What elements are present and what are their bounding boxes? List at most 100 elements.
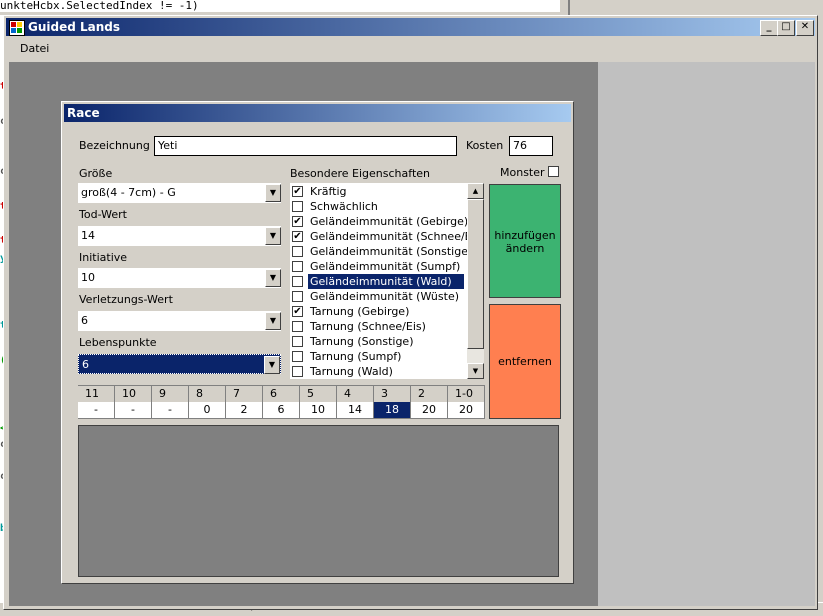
table-header-cell: 10 bbox=[115, 386, 152, 402]
race-window: Race Bezeichnung Yeti Kosten 76 Größe gr… bbox=[61, 101, 574, 584]
initiative-select[interactable]: 10 ▼ bbox=[78, 268, 281, 288]
tod-value: 14 bbox=[81, 229, 95, 242]
chevron-down-icon[interactable]: ▼ bbox=[265, 227, 281, 245]
tod-label: Tod-Wert bbox=[79, 208, 127, 221]
chevron-down-icon[interactable]: ▼ bbox=[265, 312, 281, 330]
eigenschaft-label: Geländeimmunität (Schnee/Eis) bbox=[310, 230, 485, 243]
eigenschaft-item[interactable]: Tarnung (Schnee/Eis) bbox=[290, 319, 466, 334]
lebenspunkte-table: 11-10-9-8 0 7 2 6 6 5 10 4 14 3 18 2 20 1-0 20 bbox=[78, 385, 485, 419]
side-panel bbox=[598, 62, 815, 606]
eigenschaft-checkbox[interactable] bbox=[292, 261, 303, 272]
scroll-down-icon[interactable]: ▼ bbox=[467, 363, 484, 379]
table-value-cell[interactable]: 20 bbox=[411, 402, 448, 418]
eigenschaft-label: Kräftig bbox=[310, 185, 347, 198]
eigenschaft-checkbox[interactable] bbox=[292, 201, 303, 212]
tod-select[interactable]: 14 ▼ bbox=[78, 226, 281, 246]
groesse-label: Größe bbox=[79, 167, 113, 180]
table-header-cell: 4 bbox=[337, 386, 374, 402]
eigenschaft-checkbox[interactable]: ✔ bbox=[292, 216, 303, 227]
table-value-cell[interactable]: 20 bbox=[448, 402, 485, 418]
eigenschaft-item[interactable]: Tarnung (Sonstige) bbox=[290, 334, 466, 349]
eigenschaft-checkbox[interactable]: ✔ bbox=[292, 231, 303, 242]
table-header-cell: 5 bbox=[300, 386, 337, 402]
menu-datei[interactable]: Datei bbox=[20, 42, 49, 55]
kosten-label: Kosten bbox=[466, 139, 504, 152]
groesse-select[interactable]: groß(4 - 7cm) - G ▼ bbox=[78, 183, 281, 203]
eigenschaft-checkbox[interactable] bbox=[292, 321, 303, 332]
main-window: Guided Lands _ □ ✕ Datei Race Bezeichnun… bbox=[3, 15, 818, 610]
verletzung-select[interactable]: 6 ▼ bbox=[78, 311, 281, 331]
eigenschaften-checklist[interactable]: ✔ Kräftig Schwächlich ✔ Geländeimmunität (Ge… bbox=[290, 183, 485, 379]
table-value-cell[interactable]: - bbox=[152, 402, 189, 418]
eigenschaft-checkbox[interactable] bbox=[292, 351, 303, 362]
table-header-cell: 7 bbox=[226, 386, 263, 402]
add-button-label: hinzufügen bbox=[494, 229, 556, 242]
eigenschaft-checkbox[interactable]: ✔ bbox=[292, 306, 303, 317]
race-titlebar[interactable]: Race bbox=[64, 104, 571, 122]
eigenschaft-item[interactable]: Schwächlich bbox=[290, 199, 466, 214]
table-value-cell[interactable]: 14 bbox=[337, 402, 374, 418]
verletzung-label: Verletzungs-Wert bbox=[79, 293, 173, 306]
eigenschaft-label: Tarnung (Schnee/Eis) bbox=[310, 320, 426, 333]
eigenschaft-item[interactable]: Geländeimmunität (Wald) bbox=[290, 274, 466, 289]
eigenschaft-label: Geländeimmunität (Wald) bbox=[308, 274, 464, 289]
bezeichnung-label: Bezeichnung bbox=[79, 139, 150, 152]
app-icon bbox=[9, 20, 25, 36]
chevron-down-icon[interactable]: ▼ bbox=[265, 184, 281, 202]
lebenspunkte-value: 6 bbox=[82, 358, 89, 371]
eigenschaft-item[interactable]: ✔ Kräftig bbox=[290, 184, 466, 199]
table-value-cell[interactable]: 10 bbox=[300, 402, 337, 418]
eigenschaft-label: Tarnung (Sonstige) bbox=[310, 335, 414, 348]
table-header-cell: 2 bbox=[411, 386, 448, 402]
eigenschaft-item[interactable]: Geländeimmunität (Sonstige) bbox=[290, 244, 472, 259]
monster-checkbox[interactable] bbox=[548, 166, 559, 177]
eigenschaft-label: Geländeimmunität (Wüste) bbox=[310, 290, 460, 303]
scroll-up-icon[interactable]: ▲ bbox=[467, 183, 484, 199]
groesse-value: groß(4 - 7cm) - G bbox=[81, 186, 176, 199]
kosten-input[interactable]: 76 bbox=[509, 136, 553, 156]
eigenschaft-checkbox[interactable] bbox=[292, 276, 303, 287]
eigenschaft-checkbox[interactable] bbox=[292, 336, 303, 347]
eigenschaft-label: Geländeimmunität (Sonstige) bbox=[310, 245, 473, 258]
window-titlebar[interactable]: Guided Lands _ □ ✕ bbox=[6, 18, 815, 36]
change-button-label: ändern bbox=[505, 242, 545, 255]
eigenschaft-checkbox[interactable] bbox=[292, 291, 303, 302]
table-value-cell[interactable]: 0 bbox=[189, 402, 226, 418]
eigenschaften-scrollbar[interactable]: ▲ ▼ bbox=[467, 183, 484, 379]
eigenschaft-item[interactable]: ✔ Geländeimmunität (Schnee/Eis) bbox=[290, 229, 485, 244]
eigenschaft-item[interactable]: ✔ Tarnung (Gebirge) bbox=[290, 304, 466, 319]
eigenschaft-item[interactable]: Tarnung (Sumpf) bbox=[290, 349, 466, 364]
eigenschaft-checkbox[interactable] bbox=[292, 246, 303, 257]
table-header-cell: 1-0 bbox=[448, 386, 485, 402]
table-value-cell[interactable]: 6 bbox=[263, 402, 300, 418]
maximize-button[interactable]: □ bbox=[777, 20, 795, 36]
eigenschaft-label: Geländeimmunität (Gebirge) bbox=[310, 215, 469, 228]
eigenschaft-label: Tarnung (Gebirge) bbox=[310, 305, 410, 318]
eigenschaft-checkbox[interactable] bbox=[292, 366, 303, 377]
table-header-cell: 6 bbox=[263, 386, 300, 402]
add-change-button[interactable]: hinzufügen ändern bbox=[489, 184, 561, 298]
bezeichnung-input[interactable]: Yeti bbox=[154, 136, 457, 156]
minimize-button[interactable]: _ bbox=[760, 20, 778, 36]
table-value-cell[interactable]: 2 bbox=[226, 402, 263, 418]
remove-button[interactable]: entfernen bbox=[489, 304, 561, 419]
eigenschaft-checkbox[interactable]: ✔ bbox=[292, 186, 303, 197]
table-header-cell: 9 bbox=[152, 386, 189, 402]
lebenspunkte-label: Lebenspunkte bbox=[79, 336, 157, 349]
lebenspunkte-select[interactable]: 6 ▼ bbox=[78, 354, 281, 374]
eigenschaft-item[interactable]: Geländeimmunität (Sumpf) bbox=[290, 259, 466, 274]
chevron-down-icon[interactable]: ▼ bbox=[265, 269, 281, 287]
eigenschaft-item[interactable]: Geländeimmunität (Wüste) bbox=[290, 289, 466, 304]
chevron-down-icon[interactable]: ▼ bbox=[264, 356, 280, 374]
ide-code-line: unkteHcbx.SelectedIndex != -1) bbox=[0, 0, 560, 12]
eigenschaft-item[interactable]: Tarnung (Wald) bbox=[290, 364, 466, 379]
preview-panel bbox=[78, 425, 559, 577]
table-value-cell[interactable]: 18 bbox=[374, 402, 411, 418]
eigenschaft-label: Tarnung (Wald) bbox=[310, 365, 393, 378]
table-value-cell[interactable]: - bbox=[115, 402, 152, 418]
scroll-thumb[interactable] bbox=[467, 199, 484, 349]
close-button[interactable]: ✕ bbox=[796, 20, 814, 36]
table-value-cell[interactable]: - bbox=[78, 402, 115, 418]
eigenschaft-label: Schwächlich bbox=[310, 200, 378, 213]
eigenschaft-item[interactable]: ✔ Geländeimmunität (Gebirge) bbox=[290, 214, 468, 229]
